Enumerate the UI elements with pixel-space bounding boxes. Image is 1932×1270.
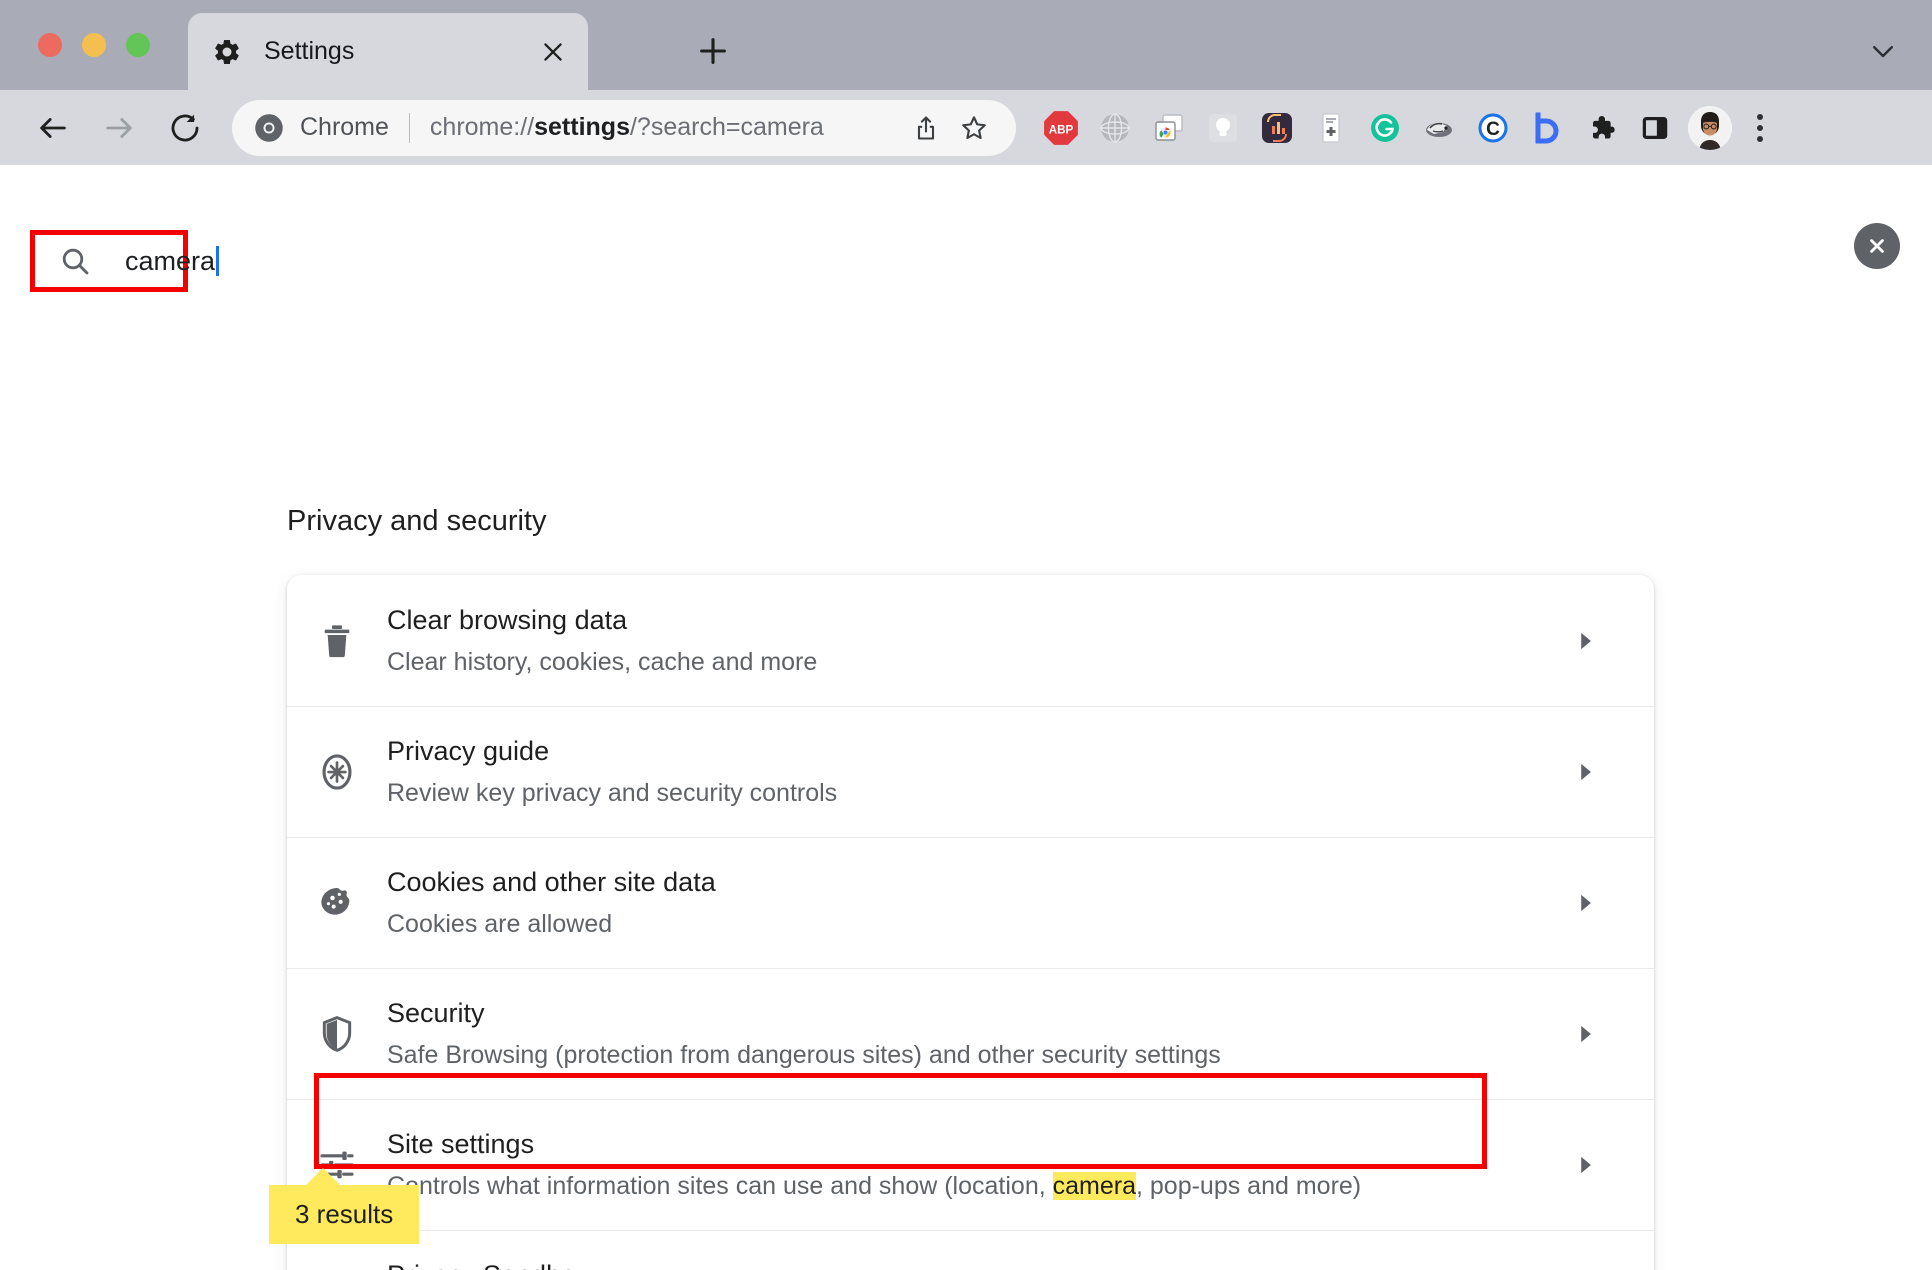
cookie-icon <box>287 883 387 923</box>
row-subtitle: Safe Browsing (protection from dangerous… <box>387 1040 1221 1069</box>
subtitle-before: Controls what information sites can use … <box>387 1171 1053 1200</box>
profile-avatar[interactable] <box>1688 105 1732 150</box>
row-title: Privacy guide <box>387 736 550 767</box>
omnibox-separator <box>408 112 410 143</box>
browser-toolbar: Chrome chrome://settings/?search=camera … <box>0 90 1932 165</box>
browser-window: Settings Chrome chrome://settings/?searc… <box>0 0 1932 1270</box>
tab-settings[interactable]: Settings <box>188 13 588 90</box>
search-icon <box>59 245 91 277</box>
settings-row-clear-browsing-data[interactable]: Clear browsing data Clear history, cooki… <box>287 575 1654 706</box>
tab-title: Settings <box>264 37 355 65</box>
url-suffix: /?search=camera <box>629 113 824 141</box>
row-body: Privacy guide Review key privacy and sec… <box>387 711 1562 832</box>
row-subtitle: Review key privacy and security controls <box>387 778 838 807</box>
text-cursor <box>216 245 220 276</box>
chevron-right-icon[interactable] <box>1562 1152 1608 1178</box>
side-panel-icon[interactable] <box>1628 101 1682 155</box>
search-input-value[interactable]: camera <box>125 245 220 277</box>
back-button[interactable] <box>28 103 78 153</box>
grammarly-icon[interactable] <box>1358 101 1412 155</box>
share-icon[interactable] <box>906 108 946 148</box>
chevron-right-icon[interactable] <box>1562 628 1608 654</box>
results-count-tooltip: 3 results <box>269 1168 420 1244</box>
search-match-highlight: camera <box>1052 1171 1136 1200</box>
row-title: Site settings <box>387 1129 535 1160</box>
maximize-window-button[interactable] <box>126 33 150 57</box>
row-body: Clear browsing data Clear history, cooki… <box>387 580 1562 701</box>
chrome-logo-icon <box>254 113 284 143</box>
privacy-guide-icon <box>287 751 387 793</box>
close-tab-button[interactable] <box>536 35 570 69</box>
bookmark-star-icon[interactable] <box>954 108 994 148</box>
chevron-right-icon[interactable] <box>1562 759 1608 785</box>
url-host: settings <box>534 113 630 141</box>
omnibox-brand-label: Chrome <box>300 113 389 141</box>
search-input-annotated[interactable]: camera <box>30 230 220 292</box>
chevron-right-icon[interactable] <box>1562 890 1608 916</box>
url-prefix: chrome:// <box>429 113 535 141</box>
settings-card: Clear browsing data Clear history, cooki… <box>269 575 1654 1270</box>
adblock-plus-icon[interactable]: ABP <box>1034 101 1088 155</box>
close-window-button[interactable] <box>38 33 62 57</box>
row-title: Security <box>387 998 485 1029</box>
omnibox-url[interactable]: chrome://settings/?search=camera <box>430 113 898 142</box>
new-tab-button[interactable] <box>690 28 736 74</box>
row-body: Security Safe Browsing (protection from … <box>387 973 1562 1094</box>
settings-row-privacy-sandbox[interactable]: Privacy Sandbox Trial features are off <box>287 1230 1654 1270</box>
row-title: Clear browsing data <box>387 605 628 636</box>
shield-icon <box>287 1014 387 1054</box>
settings-page: camera Privacy and security Clear browsi <box>0 165 1932 1270</box>
row-title: Cookies and other site data <box>387 867 716 898</box>
blue-b-extension-icon[interactable] <box>1520 101 1574 155</box>
chevron-down-icon[interactable] <box>1862 30 1904 72</box>
three-dot-menu-icon[interactable] <box>1738 101 1782 155</box>
row-subtitle: Controls what information sites can use … <box>387 1169 1562 1203</box>
row-subtitle: Clear history, cookies, cache and more <box>387 647 818 676</box>
extensions-tray: ABP C <box>1034 101 1782 155</box>
row-body: Cookies and other site data Cookies are … <box>387 842 1562 963</box>
lightbulb-extension-icon[interactable] <box>1196 101 1250 155</box>
chart-extension-icon[interactable] <box>1250 101 1304 155</box>
globe-extension-icon[interactable] <box>1088 101 1142 155</box>
trash-icon <box>287 621 387 661</box>
row-body: Privacy Sandbox Trial features are off <box>387 1235 1562 1270</box>
row-body: Site settings Controls what information … <box>387 1104 1562 1225</box>
forward-button[interactable] <box>94 103 144 153</box>
row-title: Privacy Sandbox <box>387 1257 1562 1270</box>
privacy-badger-icon[interactable] <box>1412 101 1466 155</box>
svg-text:ABP: ABP <box>1049 123 1074 136</box>
settings-row-security[interactable]: Security Safe Browsing (protection from … <box>287 968 1654 1099</box>
svg-text:C: C <box>1486 119 1500 140</box>
settings-search-row: camera <box>0 165 1932 292</box>
copyright-extension-icon[interactable]: C <box>1466 101 1520 155</box>
chrome-windows-extension-icon[interactable] <box>1142 101 1196 155</box>
settings-row-privacy-guide[interactable]: Privacy guide Review key privacy and sec… <box>287 706 1654 837</box>
clear-search-button[interactable] <box>1854 223 1900 269</box>
gear-icon <box>212 37 242 67</box>
notes-extension-icon[interactable] <box>1304 101 1358 155</box>
reload-button[interactable] <box>160 103 210 153</box>
traffic-lights <box>38 33 150 57</box>
minimize-window-button[interactable] <box>82 33 106 57</box>
page-title: Privacy and security <box>287 505 547 537</box>
address-bar[interactable]: Chrome chrome://settings/?search=camera <box>232 99 1016 156</box>
title-bar: Settings <box>0 0 1932 90</box>
subtitle-after: , pop-ups and more) <box>1136 1171 1362 1200</box>
extensions-puzzle-icon[interactable] <box>1574 101 1628 155</box>
row-subtitle: Cookies are allowed <box>387 909 613 938</box>
settings-row-site-settings[interactable]: Site settings Controls what information … <box>269 1073 1654 1244</box>
chevron-right-icon[interactable] <box>1562 1021 1608 1047</box>
settings-row-cookies[interactable]: Cookies and other site data Cookies are … <box>287 837 1654 968</box>
